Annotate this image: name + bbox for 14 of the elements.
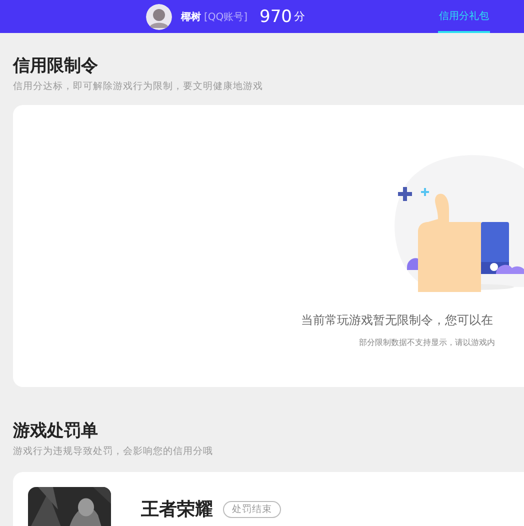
tab[interactable]: 信用分礼包 [438,0,490,33]
game-title: 王者荣耀 [141,498,213,521]
section-subtitle: 游戏行为违规导致处罚，会影响您的信用分哦 [13,445,214,458]
score-unit: 分 [294,9,305,24]
nickname: 椰树 [181,10,201,24]
note-text: 部分限制数据不支持显示，请以游戏内 [358,337,496,348]
section-title: 信用限制令 [13,55,99,77]
avatar [146,4,172,30]
credit-score: 970 [260,6,292,26]
section-subtitle: 信用分达标，即可解除游戏行为限制，要文明健康地游戏 [13,80,264,93]
section-title: 游戏处罚单 [13,420,99,442]
account-type: [QQ账号] [204,10,248,24]
empty-message: 当前常玩游戏暂无限制令，您可以在 [301,312,494,328]
status-badge: 处罚结束 [223,501,281,518]
